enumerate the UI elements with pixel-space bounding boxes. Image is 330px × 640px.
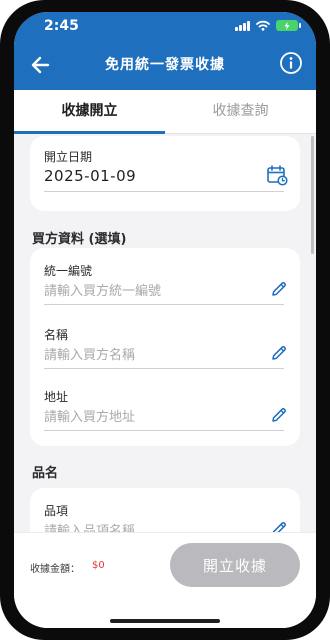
edit-pencil-icon[interactable] bbox=[270, 406, 288, 424]
tab-issue-receipt[interactable]: 收據開立 bbox=[14, 90, 165, 134]
item-label: 品項 bbox=[44, 504, 69, 518]
wifi-icon bbox=[256, 20, 270, 31]
tax-id-underline bbox=[44, 304, 284, 305]
buyer-section-title: 買方資料 (選填) bbox=[32, 232, 127, 247]
calendar-icon[interactable] bbox=[266, 164, 288, 186]
issue-receipt-button[interactable]: 開立收據 bbox=[170, 543, 300, 587]
info-icon[interactable] bbox=[278, 50, 304, 76]
status-time: 2:45 bbox=[44, 18, 79, 34]
tab-bar: 收據開立 收據查詢 bbox=[14, 90, 316, 134]
scrollbar[interactable] bbox=[311, 136, 314, 254]
date-value[interactable]: 2025-01-09 bbox=[44, 167, 136, 185]
name-label: 名稱 bbox=[44, 328, 69, 342]
name-input[interactable] bbox=[44, 343, 284, 367]
edit-pencil-icon[interactable] bbox=[270, 344, 288, 362]
volume-up-button bbox=[0, 105, 6, 160]
total-amount-value: $0 bbox=[92, 560, 105, 571]
phone-frame: 2:45 免用統一發票收據 收據開立 收據查詢 開立日期 2025-01-09 … bbox=[0, 0, 330, 640]
app-header: 2:45 免用統一發票收據 bbox=[14, 12, 316, 90]
tax-id-label: 統一編號 bbox=[44, 264, 93, 278]
power-button bbox=[324, 122, 330, 197]
total-amount-label: 收據金額： bbox=[30, 564, 80, 575]
address-input[interactable] bbox=[44, 405, 284, 429]
battery-icon bbox=[276, 20, 301, 31]
address-underline bbox=[44, 430, 284, 431]
volume-down-button bbox=[0, 175, 6, 230]
buyer-card: 統一編號 名稱 地址 bbox=[30, 248, 300, 446]
home-indicator bbox=[110, 619, 220, 623]
date-underline bbox=[44, 191, 284, 192]
status-bar: 2:45 bbox=[14, 16, 316, 38]
items-section-title: 品名 bbox=[32, 466, 59, 481]
signal-icon bbox=[235, 20, 250, 31]
tax-id-input[interactable] bbox=[44, 279, 284, 303]
date-card: 開立日期 2025-01-09 bbox=[30, 136, 300, 211]
name-underline bbox=[44, 368, 284, 369]
app-bar: 免用統一發票收據 bbox=[14, 46, 316, 86]
address-label: 地址 bbox=[44, 390, 69, 404]
page-title: 免用統一發票收據 bbox=[105, 57, 225, 73]
status-icons bbox=[235, 20, 301, 31]
date-label: 開立日期 bbox=[44, 150, 93, 164]
tab-query-receipt[interactable]: 收據查詢 bbox=[165, 90, 316, 133]
screen: 2:45 免用統一發票收據 收據開立 收據查詢 開立日期 2025-01-09 … bbox=[14, 12, 316, 628]
edit-pencil-icon[interactable] bbox=[270, 280, 288, 298]
bottom-action-bar: 收據金額： $0 開立收據 bbox=[14, 532, 316, 628]
